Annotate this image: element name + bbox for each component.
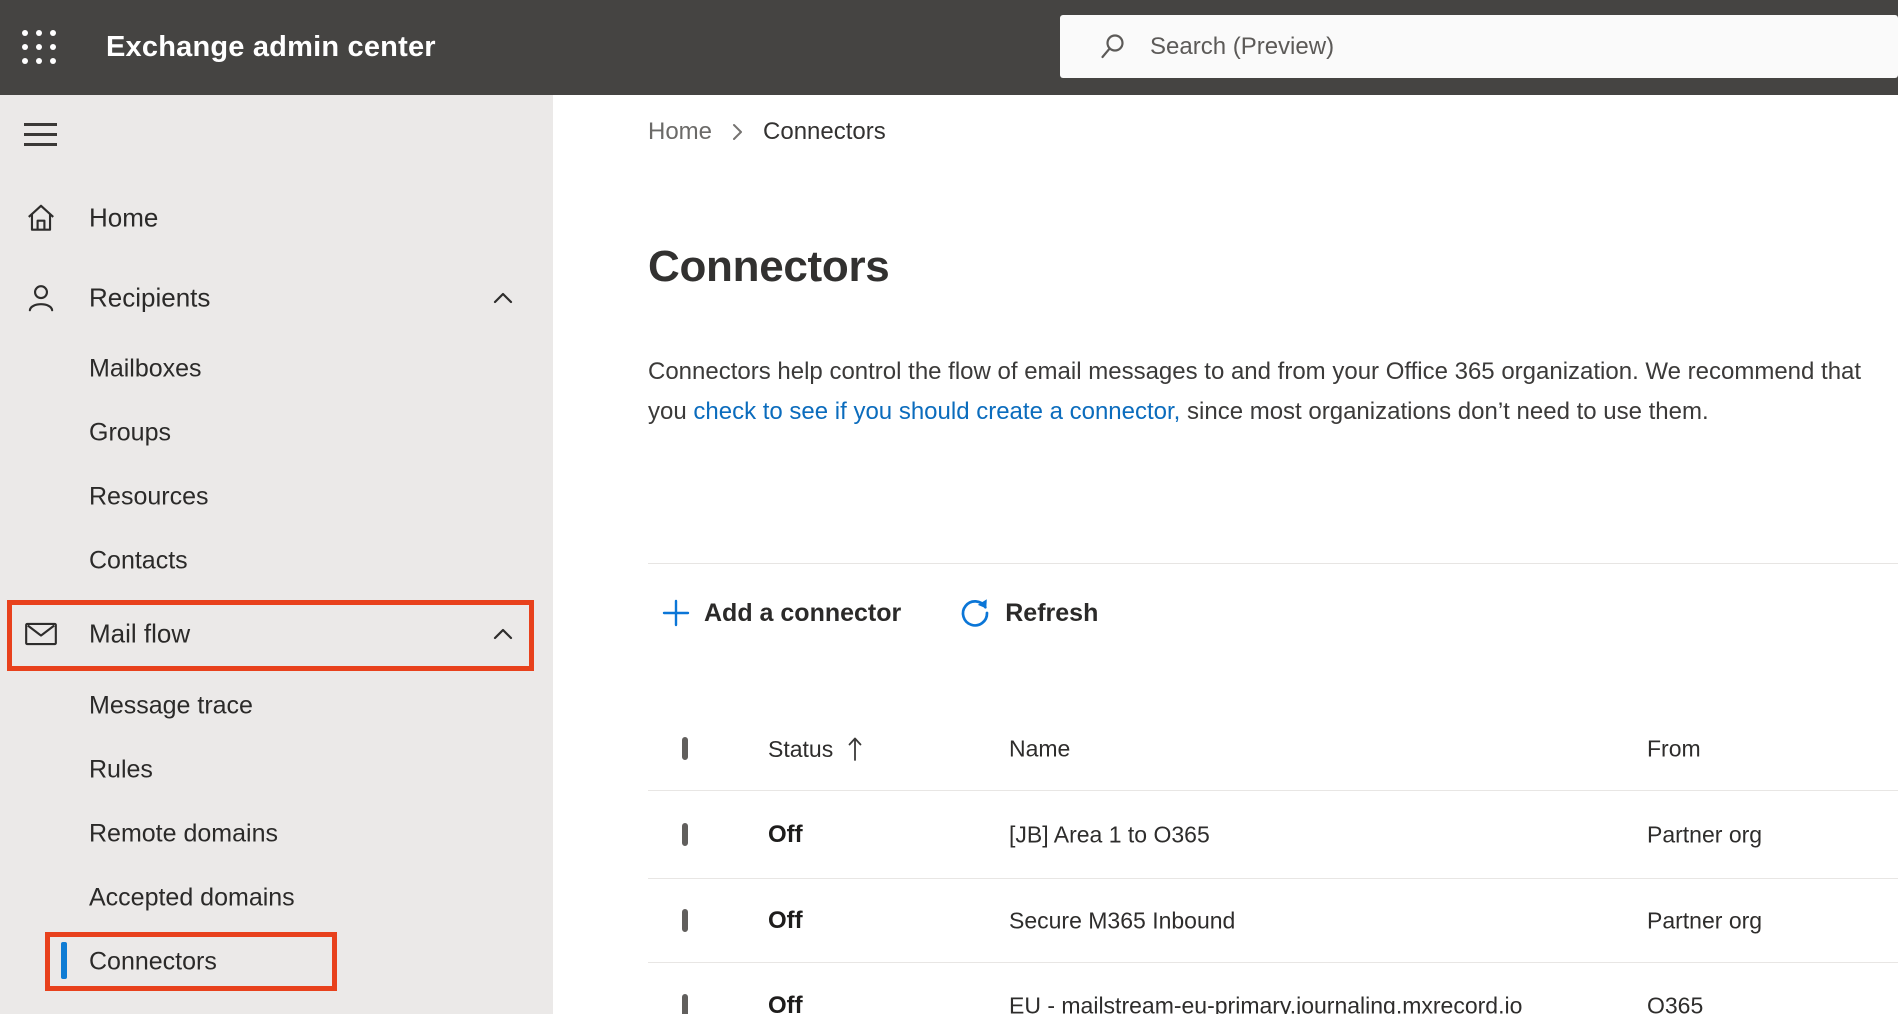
row-checkbox[interactable] [682,908,688,932]
select-all-checkbox[interactable] [682,737,688,760]
sidebar-item-resources[interactable]: Resources [0,465,553,529]
command-bar: Add a connector Refresh [648,588,1098,638]
app-title: Exchange admin center [106,31,436,63]
sidebar-item-label: Contacts [89,546,188,575]
add-connector-label: Add a connector [704,598,902,627]
person-icon [23,281,59,315]
connector-name[interactable]: [JB] Area 1 to O365 [1009,821,1210,848]
search-icon [1101,33,1124,58]
sidebar-item-label: Remote domains [89,819,278,848]
search-input[interactable] [1150,32,1898,61]
page-description: Connectors help control the flow of emai… [648,352,1876,432]
page-title: Connectors [648,242,890,291]
create-connector-check-link[interactable]: check to see if you should create a conn… [693,398,1180,425]
table-row[interactable]: Off [JB] Area 1 to O365 Partner org [648,791,1898,879]
sidebar-item-label: Rules [89,755,153,784]
table-header-row: Status Name From [648,708,1898,791]
sidebar-item-recipients[interactable]: Recipients [0,266,553,330]
sidebar-item-label: Resources [89,482,209,511]
description-text: since most organizations don’t need to u… [1180,398,1709,425]
sidebar-item-contacts[interactable]: Contacts [0,529,553,593]
plus-icon [662,599,690,627]
connector-from: Partner org [1647,907,1763,933]
sort-ascending-icon[interactable] [847,735,863,763]
toolbar-divider [648,563,1898,564]
connector-from: Partner org [1647,821,1763,847]
sidebar-item-label: Mailboxes [89,354,202,383]
connector-name[interactable]: EU - mailstream-eu-primary.journaling.mx… [1009,993,1522,1014]
refresh-icon [961,599,989,627]
sidebar-item-label: Message trace [89,691,253,720]
connector-status: Off [768,992,803,1014]
breadcrumb-current: Connectors [763,118,886,145]
connector-status: Off [768,820,803,848]
table-row[interactable]: Off EU - mailstream-eu-primary.journalin… [648,963,1898,1014]
chevron-up-icon[interactable] [489,620,517,648]
sidebar-item-message-trace[interactable]: Message trace [0,674,553,738]
exchange-admin-center-window: Exchange admin center Home [0,0,1898,1014]
sidebar-item-label: Mail flow [89,618,191,649]
sidebar-item-label: Recipients [89,282,211,313]
sidebar-item-remote-domains[interactable]: Remote domains [0,802,553,866]
sidebar-item-mail-flow[interactable]: Mail flow [0,602,553,666]
sidebar-item-accepted-domains[interactable]: Accepted domains [0,866,553,930]
sidebar-item-label: Home [89,202,159,233]
menu-toggle-icon[interactable] [24,123,57,146]
home-icon [23,201,59,235]
column-header-name[interactable]: Name [1009,736,1070,763]
mail-icon [23,617,59,651]
sidebar-item-label: Accepted domains [89,883,295,912]
breadcrumb-home-link[interactable]: Home [648,118,712,146]
selected-item-indicator [61,942,67,979]
refresh-label: Refresh [1005,598,1099,627]
column-header-from[interactable]: From [1647,736,1701,763]
connector-status: Off [768,906,803,934]
chevron-up-icon[interactable] [489,284,517,312]
sidebar-item-groups[interactable]: Groups [0,401,553,465]
refresh-button[interactable]: Refresh [958,596,1098,630]
sidebar-item-home[interactable]: Home [0,186,553,250]
row-checkbox[interactable] [682,822,688,846]
connectors-table: Status Name From Off [JB] Area 1 to O365… [648,708,1898,1014]
sidebar-item-label: Groups [89,418,171,447]
table-row[interactable]: Off Secure M365 Inbound Partner org [648,879,1898,963]
top-bar: Exchange admin center [0,0,1898,95]
sidebar-item-connectors[interactable]: Connectors [0,930,553,994]
connector-from: O365 [1647,992,1704,1014]
row-checkbox[interactable] [682,994,688,1014]
column-header-status[interactable]: Status [768,736,833,763]
chevron-right-icon [730,120,745,144]
add-connector-button[interactable]: Add a connector [661,598,901,628]
sidebar-item-label: Connectors [89,947,217,976]
sidebar: Home Recipients Mailboxes Groups Resourc… [0,95,553,1014]
search-box[interactable] [1060,15,1898,78]
app-launcher-icon[interactable] [22,30,58,66]
connector-name[interactable]: Secure M365 Inbound [1009,907,1235,934]
breadcrumb: Home Connectors [648,118,886,146]
sidebar-item-rules[interactable]: Rules [0,738,553,802]
sidebar-item-mailboxes[interactable]: Mailboxes [0,337,553,401]
